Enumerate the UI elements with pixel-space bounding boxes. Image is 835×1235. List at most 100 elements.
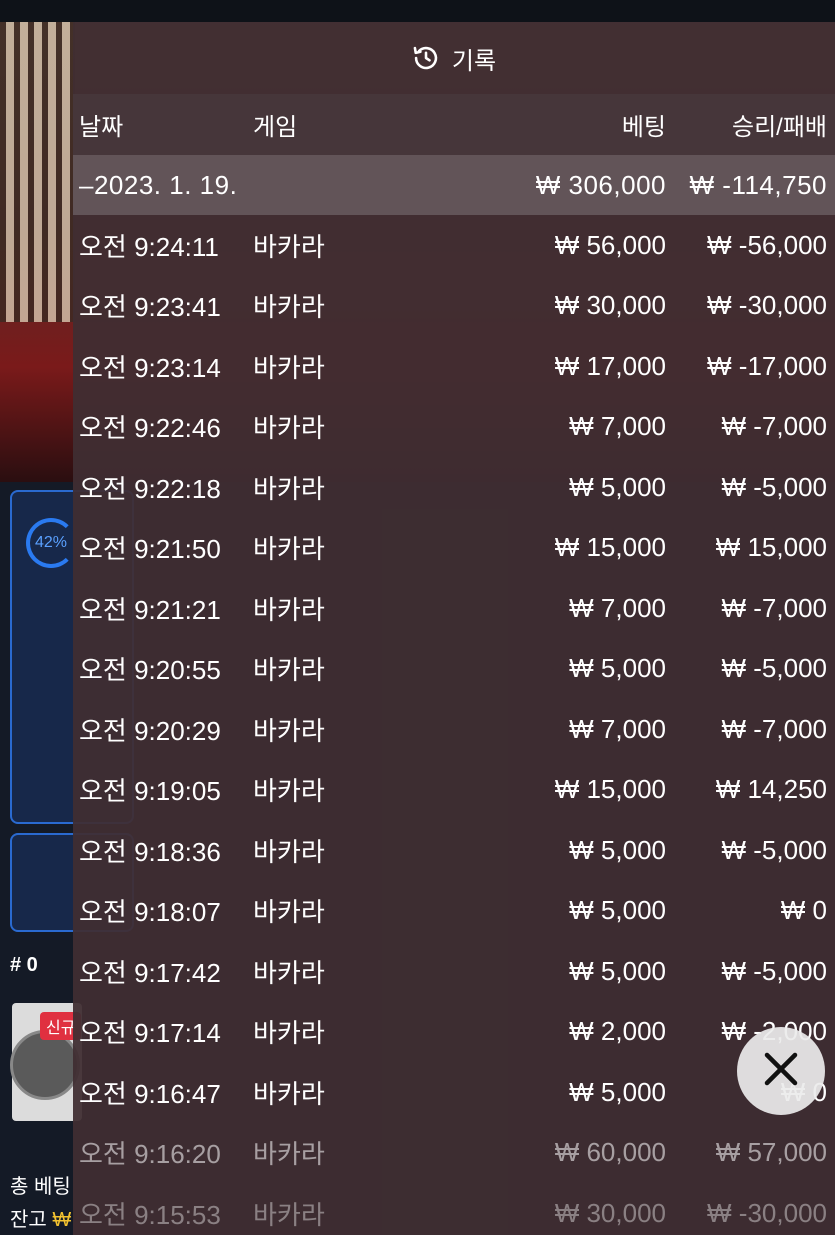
row-result: ₩ -56,000 [707, 229, 827, 260]
row-result: ₩ -5,000 [721, 955, 828, 986]
row-result: ₩ -7,000 [721, 592, 828, 623]
total-bet-label: 총 베팅 [10, 1176, 71, 1198]
table-row[interactable]: 오전 9:18:36 바카라 ₩ 5,000 ₩ -5,000 [73, 820, 835, 881]
row-bet: ₩ 17,000 [554, 350, 666, 381]
row-game: 바카라 [253, 231, 325, 262]
row-time: 오전 9:17:14 [79, 1018, 221, 1049]
row-result: ₩ -30,000 [707, 1197, 827, 1228]
column-game: 게임 [253, 114, 298, 141]
row-bet: ₩ 30,000 [554, 1197, 666, 1228]
table-row[interactable]: 오전 9:21:50 바카라 ₩ 15,000 ₩ 15,000 [73, 518, 835, 579]
close-button[interactable] [737, 1027, 825, 1115]
row-game: 바카라 [253, 594, 325, 625]
row-result: ₩ 14,250 [715, 774, 827, 805]
row-bet: ₩ 56,000 [554, 229, 666, 260]
row-time: 오전 9:22:46 [79, 413, 221, 444]
row-bet: ₩ 2,000 [569, 1016, 666, 1047]
row-time: 오전 9:15:53 [79, 1199, 221, 1230]
column-bet: 베팅 [621, 114, 666, 141]
row-game: 바카라 [253, 776, 325, 807]
table-row[interactable]: 오전 9:23:41 바카라 ₩ 30,000 ₩ -30,000 [73, 276, 835, 337]
row-game: 바카라 [253, 473, 325, 504]
row-bet: ₩ 5,000 [569, 955, 666, 986]
table-row[interactable]: 오전 9:22:18 바카라 ₩ 5,000 ₩ -5,000 [73, 457, 835, 518]
row-result: ₩ 15,000 [715, 532, 827, 563]
table-row[interactable]: 오전 9:22:46 바카라 ₩ 7,000 ₩ -7,000 [73, 397, 835, 458]
row-game: 바카라 [253, 655, 325, 686]
row-bet: ₩ 5,000 [569, 834, 666, 865]
date-group-row[interactable]: –2023. 1. 19. ₩ 306,000 ₩ -114,750 [73, 155, 835, 215]
row-game: 바카라 [253, 1199, 325, 1230]
row-result: ₩ -5,000 [721, 653, 828, 684]
table-header: 날짜 게임 베팅 승리/패배 [73, 94, 835, 155]
row-bet: ₩ 7,000 [569, 592, 666, 623]
row-time: 오전 9:23:14 [79, 352, 221, 383]
balance-currency: ₩ [52, 1209, 72, 1231]
date-group-bet-total: ₩ 306,000 [535, 169, 666, 200]
row-bet: ₩ 5,000 [569, 471, 666, 502]
round-label: # 0 [10, 954, 38, 976]
row-bet: ₩ 60,000 [554, 1137, 666, 1168]
row-result: ₩ -17,000 [707, 350, 827, 381]
table-row[interactable]: 오전 9:20:55 바카라 ₩ 5,000 ₩ -5,000 [73, 639, 835, 700]
row-bet: ₩ 7,000 [569, 411, 666, 442]
row-bet: ₩ 5,000 [569, 895, 666, 926]
row-time: 오전 9:24:11 [79, 231, 219, 262]
row-result: ₩ 57,000 [715, 1137, 827, 1168]
video-background-decor [0, 22, 75, 322]
row-time: 오전 9:19:05 [79, 776, 221, 807]
history-icon [412, 44, 440, 72]
column-result: 승리/패배 [732, 114, 827, 141]
column-date: 날짜 [79, 114, 124, 141]
progress-gauge: 42% [26, 518, 76, 568]
row-result: ₩ -7,000 [721, 713, 828, 744]
row-bet: ₩ 5,000 [569, 653, 666, 684]
table-row[interactable]: 오전 9:17:42 바카라 ₩ 5,000 ₩ -5,000 [73, 941, 835, 1002]
row-game: 바카라 [253, 715, 325, 746]
row-bet: ₩ 7,000 [569, 713, 666, 744]
row-game: 바카라 [253, 836, 325, 867]
row-game: 바카라 [253, 534, 325, 565]
table-row[interactable]: 오전 9:15:53 바카라 ₩ 30,000 ₩ -30,000 [73, 1183, 835, 1235]
row-game: 바카라 [253, 1018, 325, 1049]
table-row[interactable]: 오전 9:20:29 바카라 ₩ 7,000 ₩ -7,000 [73, 699, 835, 760]
row-result: ₩ -30,000 [707, 290, 827, 321]
row-game: 바카라 [253, 897, 325, 928]
balance-row: 잔고 ₩ [10, 1203, 71, 1232]
row-time: 오전 9:16:47 [79, 1078, 221, 1109]
row-game: 바카라 [253, 413, 325, 444]
row-bet: ₩ 15,000 [554, 532, 666, 563]
row-time: 오전 9:17:42 [79, 957, 221, 988]
table-row[interactable]: 오전 9:16:20 바카라 ₩ 60,000 ₩ 57,000 [73, 1123, 835, 1184]
row-bet: ₩ 15,000 [554, 774, 666, 805]
row-time: 오전 9:20:55 [79, 655, 221, 686]
status-bar [0, 0, 835, 22]
row-result: ₩ 0 [780, 895, 827, 926]
balance-label: 잔고 [10, 1209, 47, 1231]
row-game: 바카라 [253, 1139, 325, 1170]
table-avatar [10, 1030, 80, 1100]
table-row[interactable]: 오전 9:19:05 바카라 ₩ 15,000 ₩ 14,250 [73, 760, 835, 821]
row-result: ₩ -5,000 [721, 471, 828, 502]
row-time: 오전 9:23:41 [79, 292, 221, 323]
history-title: 기록 [451, 47, 497, 75]
row-bet: ₩ 30,000 [554, 290, 666, 321]
history-panel: 기록 날짜 게임 베팅 승리/패배 –2023. 1. 19. ₩ 306,00… [73, 22, 835, 1235]
row-game: 바카라 [253, 1078, 325, 1109]
row-time: 오전 9:18:07 [79, 897, 221, 928]
row-time: 오전 9:21:50 [79, 534, 221, 565]
row-time: 오전 9:16:20 [79, 1139, 221, 1170]
table-row[interactable]: 오전 9:17:14 바카라 ₩ 2,000 ₩ -2,000 [73, 1002, 835, 1063]
table-row[interactable]: 오전 9:18:07 바카라 ₩ 5,000 ₩ 0 [73, 881, 835, 942]
date-group-date: –2023. 1. 19. [79, 169, 238, 200]
history-header: 기록 [73, 22, 835, 94]
table-row[interactable]: 오전 9:23:14 바카라 ₩ 17,000 ₩ -17,000 [73, 336, 835, 397]
row-game: 바카라 [253, 957, 325, 988]
gauge-percent: 42% [34, 534, 68, 551]
table-row[interactable]: 오전 9:21:21 바카라 ₩ 7,000 ₩ -7,000 [73, 578, 835, 639]
row-game: 바카라 [253, 292, 325, 323]
table-row[interactable]: 오전 9:16:47 바카라 ₩ 5,000 ₩ 0 [73, 1062, 835, 1123]
table-row[interactable]: 오전 9:24:11 바카라 ₩ 56,000 ₩ -56,000 [73, 215, 835, 276]
row-game: 바카라 [253, 352, 325, 383]
close-icon [761, 1049, 801, 1094]
